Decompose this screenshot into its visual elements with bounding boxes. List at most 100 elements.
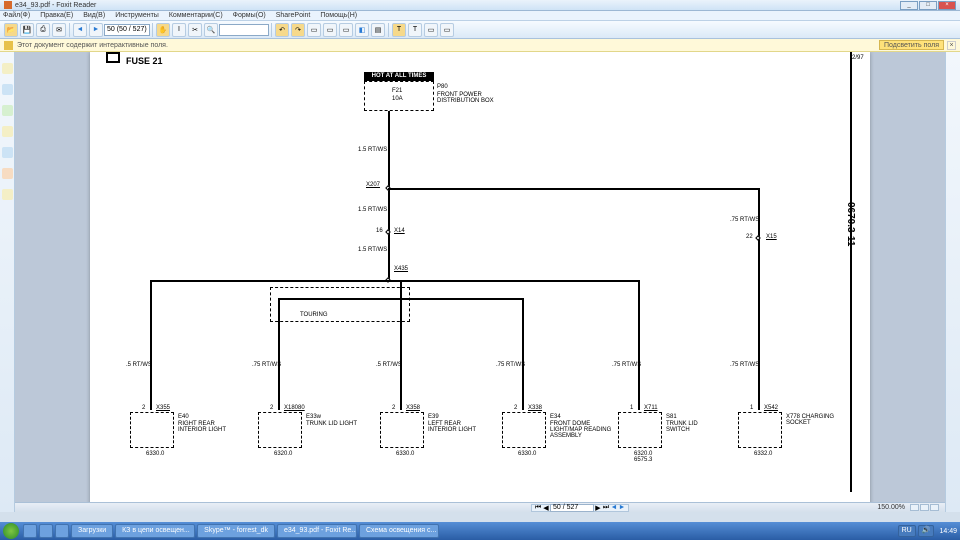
last-page-icon[interactable]: ⏭ [602, 504, 610, 512]
fuse-desc: FRONT POWER DISTRIBUTION BOX [437, 92, 507, 104]
panel-icon[interactable] [2, 168, 13, 179]
first-page-icon[interactable]: ⏮ [534, 504, 542, 512]
title-icon [106, 52, 120, 63]
ref-top: 2/97 [852, 55, 864, 61]
view-mode-icon[interactable] [910, 504, 919, 511]
pin-x14: 16 [376, 228, 383, 234]
email-icon[interactable]: ✉ [52, 23, 66, 37]
tool-icon[interactable]: ▭ [339, 23, 353, 37]
quicklaunch-icon[interactable] [39, 524, 53, 538]
select-tool-icon[interactable]: I [172, 23, 186, 37]
search-icon[interactable]: 🔍 [204, 23, 218, 37]
open-icon[interactable]: 📂 [4, 23, 18, 37]
wire-label: 1.5 RT/WS [358, 207, 387, 213]
conn-x14: X14 [394, 228, 405, 234]
task-item[interactable]: e34_93.pdf - Foxit Re... [277, 524, 357, 538]
workspace: FUSE 21 2/97 0670.3-11 HOT AT ALL TIMES … [0, 52, 960, 512]
app-icon [4, 1, 12, 9]
close-button[interactable]: × [938, 1, 956, 10]
info-icon [4, 41, 13, 50]
back-icon[interactable]: ◄ [610, 504, 618, 511]
zoom-level[interactable]: 150.00% [877, 504, 905, 511]
menu-help[interactable]: Помощь(Н) [320, 12, 357, 19]
menu-forms[interactable]: Формы(О) [233, 12, 266, 19]
search-field[interactable] [219, 24, 269, 36]
tool-icon[interactable]: ▭ [424, 23, 438, 37]
maximize-button[interactable]: □ [919, 1, 937, 10]
prev-page-icon[interactable]: ◀ [542, 504, 550, 512]
lang-indicator[interactable]: RU [898, 525, 916, 537]
quicklaunch-icon[interactable] [55, 524, 69, 538]
menu-edit[interactable]: Правка(Е) [40, 12, 73, 19]
panel-icon[interactable] [2, 105, 13, 116]
wire-label: 1.5 RT/WS [358, 147, 387, 153]
menu-sharepoint[interactable]: SharePoint [276, 12, 311, 19]
menu-tools[interactable]: Инструменты [115, 12, 159, 19]
view-buttons [910, 504, 939, 511]
conn-x15: X15 [766, 234, 777, 240]
task-item[interactable]: Схема освещения с... [359, 524, 439, 538]
form-notice-bar: Этот документ содержит интерактивные пол… [0, 39, 960, 52]
hot-header: HOT AT ALL TIMES [364, 72, 434, 81]
panel-icon[interactable] [2, 189, 13, 200]
conn-x207: X207 [366, 182, 380, 188]
wire-label: 1.5 RT/WS [358, 247, 387, 253]
pdf-page: FUSE 21 2/97 0670.3-11 HOT AT ALL TIMES … [90, 52, 870, 512]
tool-icon[interactable]: ↶ [275, 23, 289, 37]
page-field[interactable]: 50 / 527 [550, 504, 594, 512]
menu-bar: Файл(Ф) Правка(Е) Вид(В) Инструменты Ком… [0, 11, 960, 21]
task-item[interactable]: Skype™ - forrest_dk [197, 524, 275, 538]
hand-tool-icon[interactable]: ✋ [156, 23, 170, 37]
page-number-field[interactable]: 50 (50 / 527) [104, 24, 150, 36]
fuse-id: F21 [392, 88, 402, 94]
task-item[interactable]: Загрузки [71, 524, 113, 538]
toolbar: 📂 💾 ⎙ ✉ ◄ ► 50 (50 / 527) ✋ I ✂ 🔍 ↶ ↷ ▭ … [0, 21, 960, 39]
tool-icon[interactable]: ↷ [291, 23, 305, 37]
fwd-icon[interactable]: ► [618, 504, 626, 511]
wire-label: .75 RT/WS [730, 217, 759, 223]
prev-page-icon[interactable]: ◄ [73, 23, 87, 37]
highlight-fields-button[interactable]: Подсветить поля [879, 40, 944, 50]
fuse-conn: P80 [437, 84, 448, 90]
task-item[interactable]: КЗ в цепи освещен... [115, 524, 195, 538]
menu-file[interactable]: Файл(Ф) [3, 12, 30, 19]
tool-icon[interactable]: ◧ [355, 23, 369, 37]
window-titlebar: e34_93.pdf - Foxit Reader _ □ × [0, 0, 960, 11]
menu-comments[interactable]: Комментарии(С) [169, 12, 223, 19]
print-icon[interactable]: ⎙ [36, 23, 50, 37]
next-page-icon[interactable]: ► [89, 23, 103, 37]
tool-icon[interactable]: ▭ [323, 23, 337, 37]
tray-icon[interactable]: 🔊 [918, 525, 935, 537]
view-mode-icon[interactable] [920, 504, 929, 511]
tool-icon[interactable]: T [392, 23, 406, 37]
next-page-icon[interactable]: ▶ [594, 504, 602, 512]
panel-icon[interactable] [2, 63, 13, 74]
tool-icon[interactable]: T [408, 23, 422, 37]
clock[interactable]: 14:49 [939, 528, 957, 535]
conn-x435: X435 [394, 266, 408, 272]
sidebar-left [0, 52, 15, 512]
panel-icon[interactable] [2, 126, 13, 137]
menu-view[interactable]: Вид(В) [83, 12, 105, 19]
fuse-rating: 10A [392, 96, 403, 102]
close-notice-button[interactable]: × [947, 41, 956, 50]
tool-icon[interactable]: ▭ [440, 23, 454, 37]
panel-icon[interactable] [2, 84, 13, 95]
page-nav: ⏮ ◀ 50 / 527 ▶ ⏭ ◄ ► [531, 504, 629, 512]
view-mode-icon[interactable] [930, 504, 939, 511]
tool-icon[interactable]: ▤ [371, 23, 385, 37]
touring-label: TOURING [300, 312, 328, 318]
minimize-button[interactable]: _ [900, 1, 918, 10]
start-button[interactable] [3, 523, 19, 539]
window-title: e34_93.pdf - Foxit Reader [15, 2, 96, 9]
tool-icon[interactable]: ▭ [307, 23, 321, 37]
pin-x15: 22 [746, 234, 753, 240]
panel-icon[interactable] [2, 147, 13, 158]
quicklaunch-icon[interactable] [23, 524, 37, 538]
document-area[interactable]: FUSE 21 2/97 0670.3-11 HOT AT ALL TIMES … [15, 52, 945, 512]
snapshot-icon[interactable]: ✂ [188, 23, 202, 37]
save-icon[interactable]: 💾 [20, 23, 34, 37]
notice-text: Этот документ содержит интерактивные пол… [17, 42, 168, 49]
wiring-diagram: FUSE 21 2/97 0670.3-11 HOT AT ALL TIMES … [90, 52, 870, 512]
sidebar-right [945, 52, 960, 512]
